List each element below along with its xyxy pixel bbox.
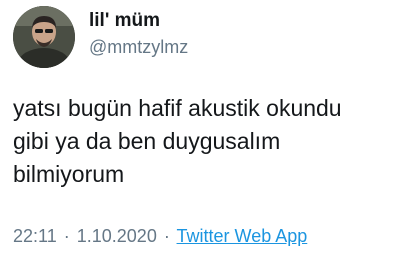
avatar[interactable] bbox=[13, 6, 75, 68]
tweet-text: yatsı bugün hafif akustik okundu gibi ya… bbox=[13, 92, 388, 191]
tweet-time[interactable]: 22:11 bbox=[13, 226, 57, 246]
tweet-date[interactable]: 1.10.2020 bbox=[77, 226, 157, 246]
source-app-link[interactable]: Twitter Web App bbox=[177, 226, 308, 246]
meta-separator: · bbox=[163, 226, 170, 246]
profile-photo-icon bbox=[13, 6, 75, 68]
tweet-meta: 22:11 · 1.10.2020 · Twitter Web App bbox=[13, 224, 307, 248]
meta-separator: · bbox=[63, 226, 70, 246]
tweet-text-line: bilmiyorum bbox=[13, 161, 125, 187]
display-name[interactable]: lil' müm bbox=[89, 10, 188, 32]
tweet-text-line: yatsı bugün hafif akustik okundu bbox=[13, 95, 342, 121]
tweet-text-line: gibi ya da ben duygusalım bbox=[13, 128, 281, 154]
tweet-card: lil' müm @mmtzylmz yatsı bugün hafif aku… bbox=[0, 0, 396, 258]
user-handle[interactable]: @mmtzylmz bbox=[89, 36, 188, 58]
user-info: lil' müm @mmtzylmz bbox=[89, 10, 188, 58]
